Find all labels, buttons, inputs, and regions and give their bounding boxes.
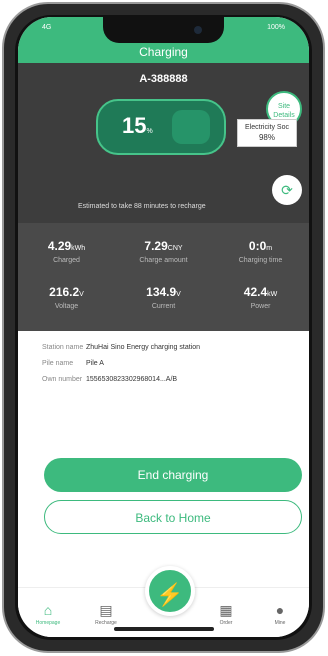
site-details-line1: Site [277,103,291,110]
pile-id: A-388888 [139,73,188,85]
station-info: Station name ZhuHai Sino Energy charging… [42,344,302,392]
pile-icon: ▤ [99,602,113,618]
info-label: Station name [42,344,84,351]
tab-order[interactable]: ▦ Order [206,602,246,626]
info-row-station: Station name ZhuHai Sino Energy charging… [42,344,302,351]
tab-label: Order [219,620,233,626]
charge-percent-value: 15 [122,113,147,138]
stat-label: Charged [53,257,80,264]
back-home-button[interactable]: Back to Home [44,500,302,534]
tab-mine[interactable]: ● Mine [260,602,300,626]
stat-label: Charging time [238,257,283,264]
phone-bezel: 4G 100% Charging A-388888 15% Site Detai… [15,15,312,640]
app-screen: 4G 100% Charging A-388888 15% Site Detai… [18,17,309,637]
soc-box: Electricity Soc 98% [237,119,297,147]
soc-label: Electricity Soc [245,124,289,131]
refresh-button[interactable]: ⟳ [272,175,302,205]
info-value: 1556530823302968014...A/B [86,376,178,383]
stat-value: 42.4 [243,285,268,299]
camera [194,26,202,34]
stat-label: Voltage [54,303,79,310]
stats-panel: 4.29kWh Charged 7.29CNY Charge amount 0:… [18,223,309,331]
stat-unit: kWh [71,245,86,252]
stat-current: 134.9V Current [115,285,212,310]
stat-label: Charge amount [139,257,188,264]
charge-percent: 15% [122,113,153,139]
signal-text: 4G [42,24,52,31]
refresh-icon: ⟳ [281,182,293,198]
estimate-text: Estimated to take 88 minutes to recharge [78,203,206,210]
stat-unit: CNY [167,245,183,252]
charging-panel: A-388888 15% Site Details Electricity So… [18,63,309,223]
battery-text: 100% [267,24,285,31]
stat-unit: kW [267,291,278,298]
info-value: ZhuHai Sino Energy charging station [86,344,201,351]
tab-label: Recharge [95,620,117,626]
tab-label: Mine [274,620,286,626]
charge-percent-unit: % [146,128,153,135]
tab-home[interactable]: ⌂ Homepage [28,602,68,626]
stat-unit: m [266,245,273,252]
home-icon: ⌂ [43,602,53,618]
tab-label: Homepage [35,620,61,626]
info-label: Pile name [42,360,74,367]
car-window [172,110,210,144]
stat-value: 0:0 [248,239,267,253]
stat-amount: 7.29CNY Charge amount [115,239,212,264]
stat-power: 42.4kW Power [212,285,309,310]
car-graphic: 15% [96,99,226,155]
stat-unit: V [176,291,181,298]
page-title: Charging [18,41,309,63]
end-charging-button[interactable]: End charging [44,458,302,492]
scan-button[interactable]: ⚡ [145,566,195,616]
info-row-pile: Pile name Pile A [42,360,302,367]
info-label: Own number [42,376,83,383]
stat-label: Current [151,303,176,310]
stat-charged: 4.29kWh Charged [18,239,115,264]
stat-label: Power [250,303,271,310]
info-row-order: Own number 1556530823302968014...A/B [42,376,302,383]
soc-value: 98% [258,133,275,142]
stat-voltage: 216.2V Voltage [18,285,115,310]
scan-icon: ⚡ [156,582,184,607]
phone-frame: 4G 100% Charging A-388888 15% Site Detai… [2,2,325,653]
info-value: Pile A [86,360,104,367]
stat-value: 216.2 [49,285,80,299]
stat-value: 4.29 [47,239,72,253]
user-icon: ● [275,602,285,618]
stat-value: 134.9 [146,285,177,299]
notch [103,17,224,43]
order-icon: ▦ [219,602,233,618]
stat-value: 7.29 [144,239,168,253]
tab-recharge[interactable]: ▤ Recharge [86,602,126,626]
stat-unit: V [79,291,84,298]
stat-time: 0:0m Charging time [212,239,309,264]
home-indicator [114,627,214,631]
